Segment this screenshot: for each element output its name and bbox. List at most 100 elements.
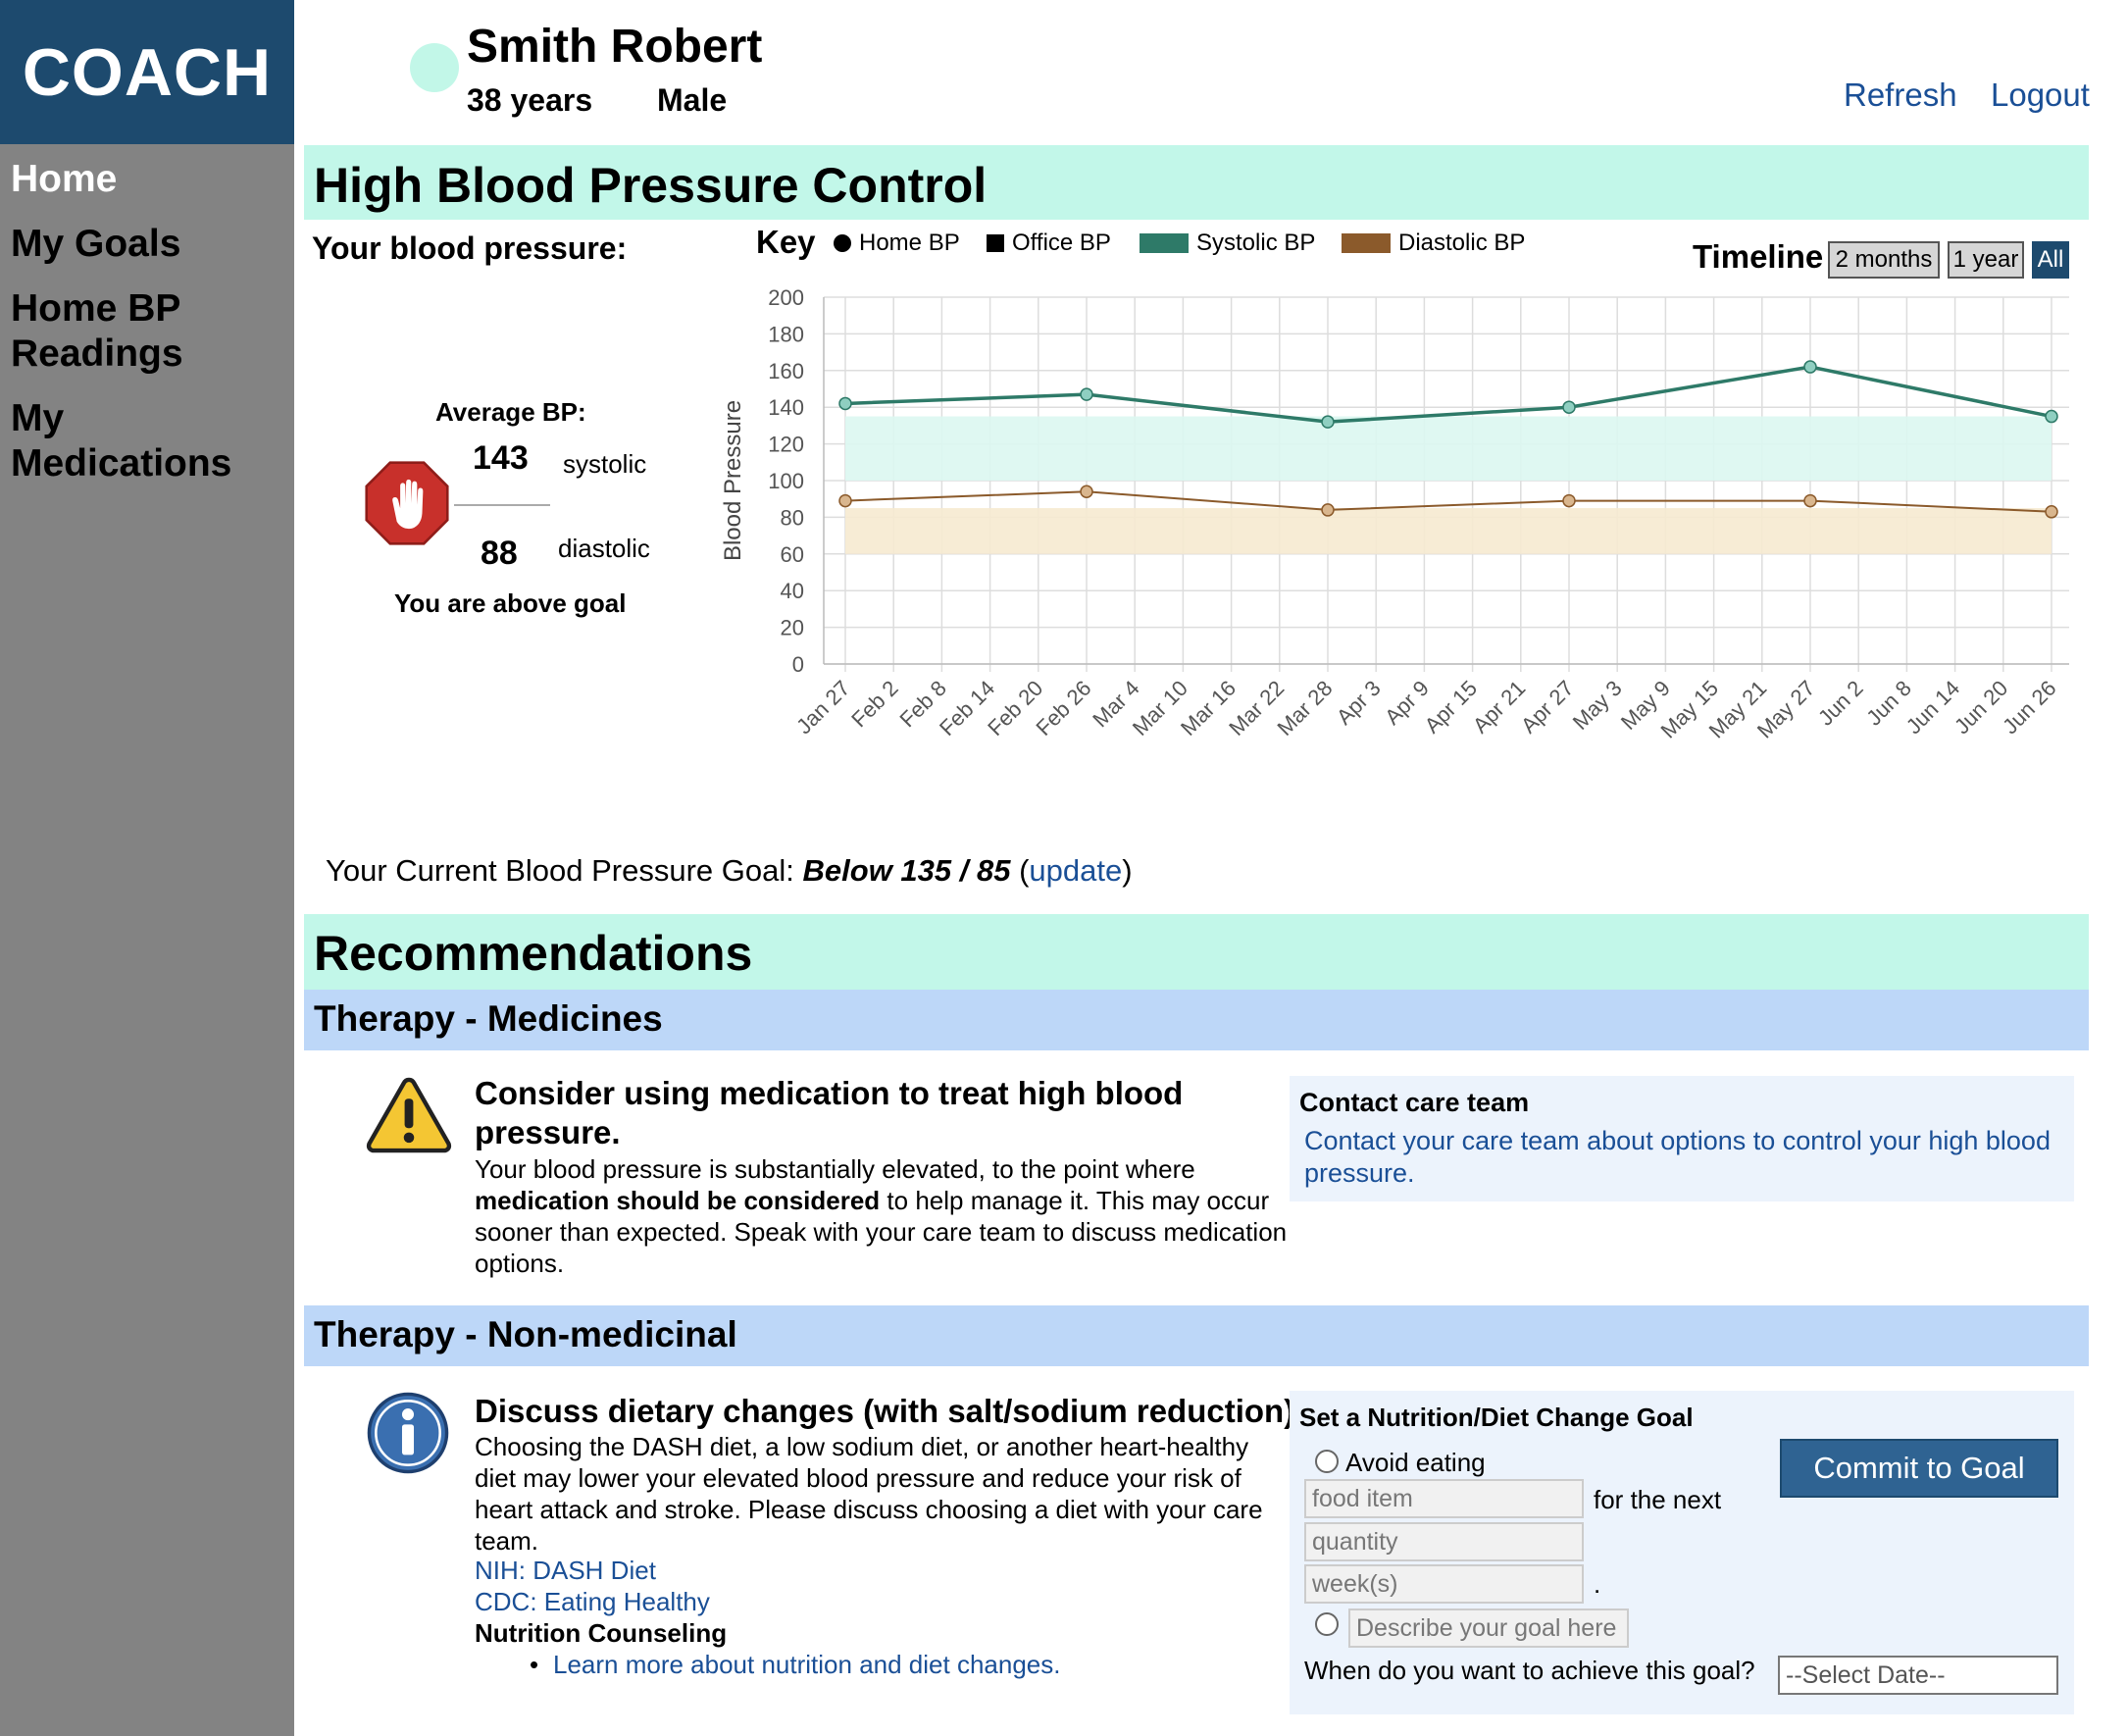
nav-item-home-bp-readings[interactable]: Home BP Readings [11, 286, 236, 377]
x-tick-label: Jun 20 [1950, 676, 2012, 739]
learn-more-nutrition-link[interactable]: Learn more about nutrition and diet chan… [553, 1650, 1060, 1680]
patient-name: Smith Robert [467, 21, 763, 73]
period-end-mark: . [1594, 1569, 1601, 1599]
commit-to-goal-button[interactable]: Commit to Goal [1780, 1439, 2058, 1498]
therapy-medicines-title: Therapy - Medicines [314, 998, 663, 1039]
refresh-link[interactable]: Refresh [1844, 77, 1957, 114]
x-tick-label: Feb 2 [846, 676, 902, 732]
systolic-point [838, 396, 852, 411]
bullet-icon: • [530, 1650, 539, 1679]
period-input[interactable] [1304, 1564, 1584, 1604]
y-tick-label: 0 [792, 652, 804, 677]
systolic-average-value: 143 [473, 439, 529, 477]
app-logo: COACH [0, 0, 294, 144]
bp-section-title: High Blood Pressure Control [314, 158, 988, 213]
contact-care-team-link[interactable]: Contact your care team about options to … [1304, 1125, 2069, 1190]
legend-office-bp-label: Office BP [1012, 230, 1111, 256]
x-tick-label: Jun 14 [1901, 676, 1964, 739]
achieve-date-select[interactable]: --Select Date-- [1778, 1656, 2058, 1695]
recommendations-title: Recommendations [314, 926, 753, 981]
x-tick-label: Jan 27 [791, 676, 854, 739]
timeline-2-months-button[interactable]: 2 months [1828, 241, 1940, 279]
x-tick-label: May 3 [1568, 676, 1627, 735]
nav-item-my-goals[interactable]: My Goals [11, 222, 180, 267]
diet-recommendation-heading: Discuss dietary changes (with salt/sodiu… [475, 1393, 1304, 1429]
patient-avatar [410, 43, 459, 92]
x-tick-label: Apr 27 [1516, 676, 1579, 739]
systolic-series-line [844, 365, 2052, 424]
update-goal-link[interactable]: update [1029, 853, 1122, 888]
diastolic-label: diastolic [558, 534, 650, 563]
y-tick-label: 120 [768, 433, 804, 457]
x-tick-label: Apr 21 [1468, 676, 1531, 739]
diastolic-average-value: 88 [481, 535, 518, 572]
nav-item-home[interactable]: Home [11, 157, 117, 202]
describe-goal-input[interactable] [1348, 1608, 1629, 1648]
bp-status-text: You are above goal [394, 588, 627, 618]
medication-body-bold: medication should be considered [475, 1186, 881, 1215]
for-the-next-label: for the next [1594, 1485, 1722, 1514]
timeline-label: Timeline [1693, 238, 1824, 275]
achieve-date-label: When do you want to achieve this goal? [1304, 1656, 1755, 1685]
timeline-all-button[interactable]: All [2032, 241, 2069, 279]
diastolic-point [1080, 485, 1093, 498]
food-item-input[interactable] [1304, 1479, 1584, 1518]
bp-line-chart: 0 20 40 60 80 100 120 140 160 180 200 Jan 27Feb 2 Fe… [720, 285, 2069, 743]
contact-care-team-box: Contact care team Contact your care team… [1290, 1076, 2074, 1201]
x-tick-label: Apr 15 [1420, 676, 1483, 739]
y-tick-label: 100 [768, 469, 804, 493]
x-tick-label: Jun 2 [1813, 676, 1868, 731]
medication-recommendation-body: Your blood pressure is substantially ele… [475, 1153, 1289, 1279]
diastolic-point [2045, 505, 2058, 519]
average-bp-label: Average BP: [435, 397, 586, 427]
x-tick-label: Apr 3 [1332, 676, 1386, 730]
legend-diastolic-bp: Diastolic BP [1342, 230, 1525, 257]
legend-home-bp: Home BP [834, 230, 960, 257]
systolic-point [1321, 415, 1335, 429]
y-tick-label: 180 [768, 322, 804, 346]
bp-goal-value: Below 135 / 85 [802, 853, 1011, 888]
systolic-point [1803, 360, 1817, 374]
nih-dash-diet-link[interactable]: NIH: DASH Diet [475, 1556, 656, 1586]
diastolic-point [838, 493, 852, 508]
filled-circle-icon [834, 234, 851, 252]
your-bp-label: Your blood pressure: [312, 230, 628, 266]
y-tick-label: 40 [781, 579, 804, 603]
filled-square-icon [987, 234, 1004, 252]
stop-hand-icon [365, 461, 449, 545]
patient-sex: Male [657, 82, 728, 118]
patient-age: 38 years [467, 82, 593, 118]
medication-recommendation-heading: Consider using medication to treat high … [475, 1075, 1184, 1150]
timeline-1-year-button[interactable]: 1 year [1948, 241, 2024, 279]
contact-care-team-title: Contact care team [1299, 1088, 1530, 1117]
chart-key-label: Key [756, 224, 816, 260]
y-tick-label: 20 [781, 616, 804, 640]
y-tick-label: 200 [768, 285, 804, 310]
medication-body-part-1: Your blood pressure is substantially ele… [475, 1154, 1195, 1184]
legend-diastolic-bp-label: Diastolic BP [1398, 230, 1526, 256]
logout-link[interactable]: Logout [1991, 77, 2090, 114]
goal-band [845, 508, 2052, 554]
avoid-eating-label: Avoid eating [1345, 1448, 1486, 1477]
x-tick-label: Mar 28 [1272, 676, 1337, 740]
legend-systolic-bp-label: Systolic BP [1196, 230, 1316, 256]
sidebar: COACH Home My Goals Home BP Readings My … [0, 0, 294, 1736]
quantity-input[interactable] [1304, 1522, 1584, 1561]
bp-goal-open-paren: ( [1019, 853, 1030, 888]
warning-icon [366, 1077, 452, 1153]
nutrition-counseling-label: Nutrition Counseling [475, 1618, 728, 1648]
diastolic-swatch [1342, 233, 1391, 253]
y-tick-label: 140 [768, 395, 804, 420]
avoid-eating-radio[interactable] [1315, 1450, 1339, 1473]
y-axis-label: Blood Pressure [720, 400, 746, 561]
bp-fraction-divider [454, 504, 550, 506]
diastolic-point [1803, 493, 1817, 508]
systolic-label: systolic [563, 449, 647, 479]
cdc-eating-healthy-link[interactable]: CDC: Eating Healthy [475, 1587, 710, 1617]
nav-item-my-medications[interactable]: My Medications [11, 396, 266, 486]
systolic-point [1080, 387, 1093, 401]
legend-systolic-bp: Systolic BP [1140, 230, 1315, 257]
describe-goal-radio[interactable] [1315, 1612, 1339, 1636]
bp-goal-close-paren: ) [1122, 853, 1133, 888]
info-icon [367, 1392, 449, 1474]
